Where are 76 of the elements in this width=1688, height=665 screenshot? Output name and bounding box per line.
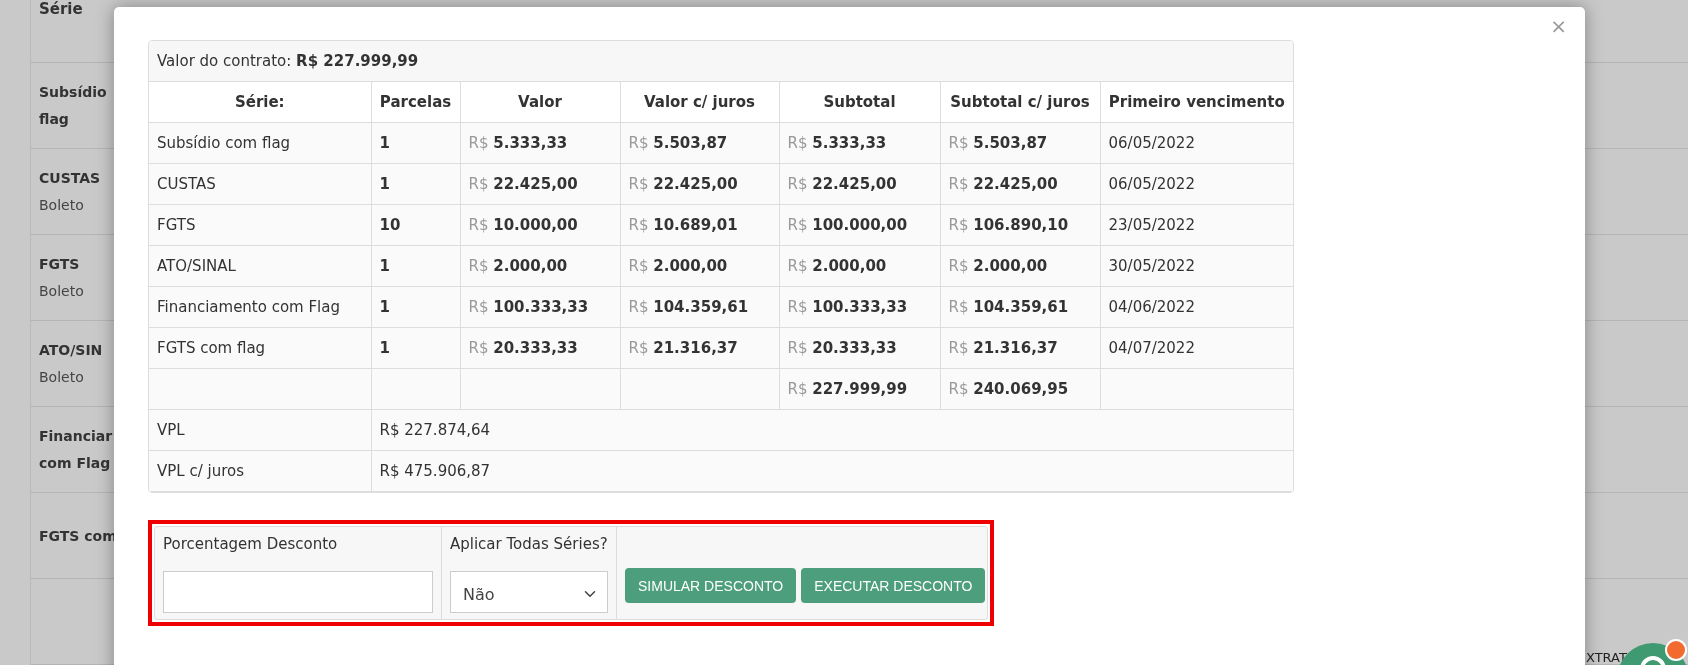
table-cell: R$ 5.333,33	[460, 122, 620, 164]
table-cell: R$ 227.874,64	[371, 409, 1293, 451]
series-name: ATO/SIN	[39, 341, 103, 361]
total-cell: R$ 227.999,99	[779, 368, 940, 410]
action-button[interactable]: SIMULAR DESCONTO	[625, 568, 797, 603]
table-cell: 30/05/2022	[1100, 245, 1293, 287]
table-cell: 1	[371, 245, 460, 287]
table-cell: R$ 100.333,33	[460, 286, 620, 328]
series-name: Financiar	[39, 427, 113, 447]
table-cell: R$ 21.316,37	[940, 327, 1100, 369]
table-cell: R$ 10.689,01	[620, 204, 779, 246]
table-cell: R$ 22.425,00	[779, 163, 940, 205]
payment-type: Boleto	[39, 368, 84, 388]
table-cell: Financiamento com Flag	[149, 286, 371, 328]
field-label: Porcentagem Desconto	[163, 535, 339, 553]
table-cell: R$ 22.425,00	[940, 163, 1100, 205]
column-header: Valor c/ juros	[620, 82, 779, 123]
column-header: Primeiro vencimento	[1100, 82, 1293, 123]
payment-type: Boleto	[39, 196, 84, 216]
table-cell: R$ 100.333,33	[779, 286, 940, 328]
table-cell: CUSTAS	[149, 163, 371, 205]
table-cell: R$ 2.000,00	[779, 245, 940, 287]
column-header: Valor	[460, 82, 620, 123]
total-cell: R$ 240.069,95	[940, 368, 1100, 410]
table-cell: R$ 21.316,37	[620, 327, 779, 369]
field-label: Aplicar Todas Séries?	[450, 535, 608, 553]
table-cell: VPL c/ juros	[149, 450, 371, 492]
table-cell: 1	[371, 163, 460, 205]
column-header: Subtotal c/ juros	[940, 82, 1100, 123]
table-cell: R$ 20.333,33	[779, 327, 940, 369]
table-cell: R$ 22.425,00	[620, 163, 779, 205]
button-label: XTRAT	[1586, 650, 1627, 665]
table-cell: 1	[371, 327, 460, 369]
input-field[interactable]	[163, 571, 433, 613]
table-cell: ATO/SINAL	[149, 245, 371, 287]
table-cell: R$ 100.000,00	[779, 204, 940, 246]
close-button[interactable]: ×	[1544, 13, 1573, 39]
series-name: FGTS	[39, 255, 80, 275]
table-cell: 1	[371, 122, 460, 164]
table-cell: R$ 2.000,00	[460, 245, 620, 287]
table-cell: Subsídio com flag	[149, 122, 371, 164]
series-name: com Flag	[39, 454, 111, 474]
table-cell: R$ 10.000,00	[460, 204, 620, 246]
series-name: flag	[39, 110, 69, 130]
table-cell: 04/07/2022	[1100, 327, 1293, 369]
table-cell: R$ 2.000,00	[940, 245, 1100, 287]
table-cell: R$ 5.333,33	[779, 122, 940, 164]
column-header: Série	[39, 0, 83, 20]
table-cell: R$ 5.503,87	[940, 122, 1100, 164]
payment-type: Boleto	[39, 282, 84, 302]
table-cell: R$ 20.333,33	[460, 327, 620, 369]
select-field[interactable]: Não	[450, 571, 608, 613]
table-cell: VPL	[149, 409, 371, 451]
table-cell: R$ 104.359,61	[620, 286, 779, 328]
series-name: Subsídio	[39, 83, 107, 103]
contract-value: Valor do contrato: R$ 227.999,99	[157, 52, 419, 70]
table-cell: 06/05/2022	[1100, 163, 1293, 205]
table-cell: R$ 475.906,87	[371, 450, 1293, 492]
table-cell: R$ 22.425,00	[460, 163, 620, 205]
table-cell: 10	[371, 204, 460, 246]
notification-dot	[1665, 639, 1687, 661]
column-header: Subtotal	[779, 82, 940, 123]
table-cell: 06/05/2022	[1100, 122, 1293, 164]
column-header: Parcelas	[371, 82, 460, 123]
series-name: CUSTAS	[39, 169, 101, 189]
column-header: Série:	[149, 82, 371, 123]
action-button[interactable]: EXECUTAR DESCONTO	[801, 568, 986, 603]
table-cell: FGTS	[149, 204, 371, 246]
table-cell: R$ 106.890,10	[940, 204, 1100, 246]
table-cell: FGTS com flag	[149, 327, 371, 369]
table-cell: R$ 5.503,87	[620, 122, 779, 164]
table-cell: R$ 2.000,00	[620, 245, 779, 287]
table-cell: 04/06/2022	[1100, 286, 1293, 328]
table-cell: 1	[371, 286, 460, 328]
table-cell: R$ 104.359,61	[940, 286, 1100, 328]
table-cell: 23/05/2022	[1100, 204, 1293, 246]
